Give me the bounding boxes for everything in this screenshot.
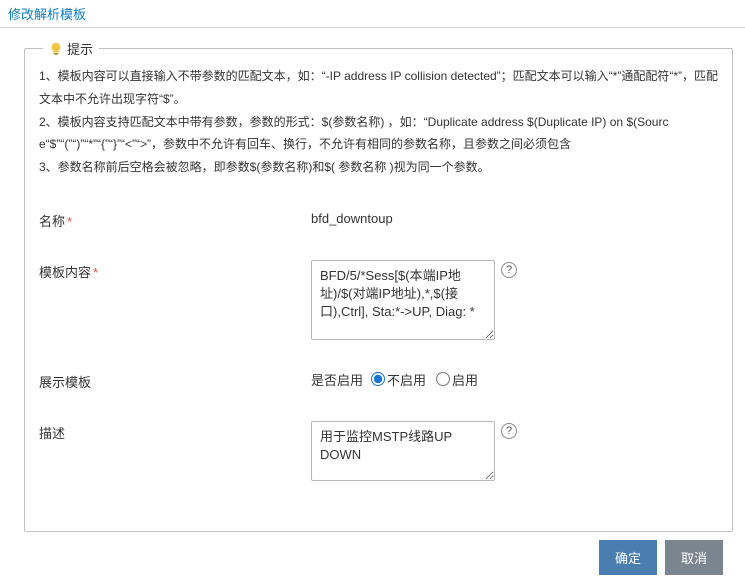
label-description: 描述 bbox=[39, 421, 311, 442]
button-bar: 确定 取消 bbox=[24, 532, 733, 575]
template-content-input[interactable] bbox=[311, 260, 495, 340]
form: 名称* bfd_downtoup 模板内容* ? 展示模板 bbox=[39, 209, 718, 481]
required-mark: * bbox=[67, 214, 72, 229]
radio-disable[interactable]: 不启用 bbox=[371, 370, 426, 389]
lightbulb-icon bbox=[49, 42, 63, 56]
name-value: bfd_downtoup bbox=[311, 209, 393, 226]
enable-label: 是否启用 bbox=[311, 370, 363, 389]
row-template-content: 模板内容* ? bbox=[39, 260, 718, 340]
radio-enable-input[interactable] bbox=[436, 372, 450, 386]
tip-line-1: 1、模板内容可以直接输入不带参数的匹配文本，如：“-IP address IP … bbox=[39, 65, 718, 111]
description-input[interactable] bbox=[311, 421, 495, 481]
radio-disable-input[interactable] bbox=[371, 372, 385, 386]
content: 提示 1、模板内容可以直接输入不带参数的匹配文本，如：“-IP address … bbox=[0, 28, 745, 583]
page-header: 修改解析模板 bbox=[0, 0, 745, 28]
tip-line-3: 3、参数名称前后空格会被忽略，即参数$(参数名称)和$( 参数名称 )视为同一个… bbox=[39, 156, 718, 179]
cancel-button[interactable]: 取消 bbox=[665, 540, 723, 575]
tips-fieldset: 提示 1、模板内容可以直接输入不带参数的匹配文本，如：“-IP address … bbox=[24, 48, 733, 532]
label-name: 名称* bbox=[39, 209, 311, 230]
tip-line-2: 2、模板内容支持匹配文本中带有参数，参数的形式：$(参数名称) ，如：“Dupl… bbox=[39, 111, 718, 157]
tips-legend-text: 提示 bbox=[67, 39, 93, 58]
enable-radio-group: 是否启用 不启用 启用 bbox=[311, 370, 484, 389]
help-icon[interactable]: ? bbox=[501, 423, 517, 439]
help-icon[interactable]: ? bbox=[501, 262, 517, 278]
ok-button[interactable]: 确定 bbox=[599, 540, 657, 575]
radio-enable[interactable]: 启用 bbox=[436, 370, 478, 389]
label-template-content: 模板内容* bbox=[39, 260, 311, 281]
label-display-template: 展示模板 bbox=[39, 370, 311, 391]
row-description: 描述 ? bbox=[39, 421, 718, 481]
page-title: 修改解析模板 bbox=[8, 7, 86, 22]
row-name: 名称* bfd_downtoup bbox=[39, 209, 718, 230]
row-display-template: 展示模板 是否启用 不启用 启用 bbox=[39, 370, 718, 391]
required-mark: * bbox=[93, 265, 98, 280]
tips-legend: 提示 bbox=[43, 39, 99, 58]
